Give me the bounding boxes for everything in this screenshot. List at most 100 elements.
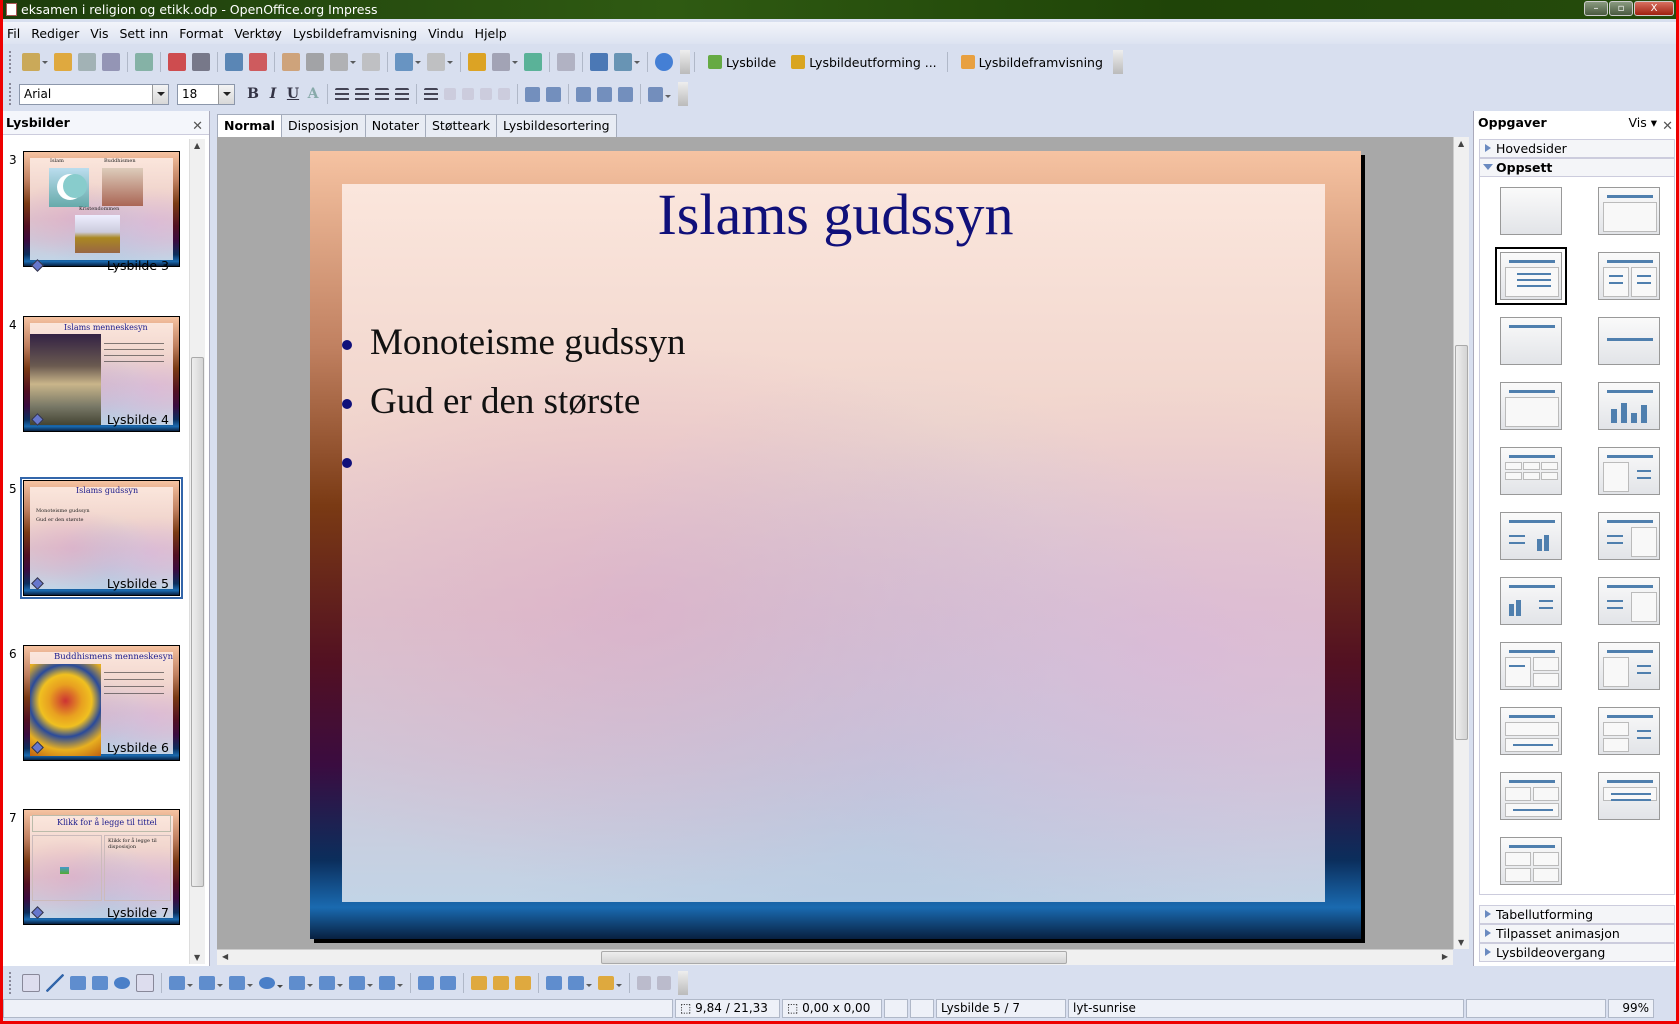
toolbar-grip[interactable] <box>9 51 13 73</box>
new-document-icon[interactable] <box>22 53 48 71</box>
section-custom-animation[interactable]: Tilpasset animasjon <box>1479 924 1675 943</box>
scroll-left-icon[interactable]: ◀ <box>222 952 228 961</box>
toolbar-overflow-button[interactable] <box>680 50 690 74</box>
ellipse-icon[interactable] <box>114 977 130 989</box>
layout-title-chart[interactable] <box>1598 382 1660 430</box>
rectangle-icon[interactable] <box>92 976 108 990</box>
symbol-shapes-icon[interactable] <box>259 977 283 989</box>
chevron-down-icon[interactable] <box>218 84 234 104</box>
bold-button[interactable]: B <box>243 86 263 102</box>
open-folder-icon[interactable] <box>54 53 72 71</box>
scroll-down-icon[interactable]: ▼ <box>194 953 200 962</box>
toolbar-overflow-button[interactable] <box>678 82 688 106</box>
print-icon[interactable] <box>192 53 210 71</box>
from-file-icon[interactable] <box>493 976 509 990</box>
align-right-icon[interactable] <box>375 87 389 101</box>
italic-button[interactable]: I <box>263 86 283 102</box>
callouts-icon[interactable] <box>349 976 373 990</box>
layout-title-4-content[interactable] <box>1500 837 1562 885</box>
menu-fil[interactable]: Fil <box>7 26 20 41</box>
close-button[interactable]: X <box>1634 1 1674 16</box>
horizontal-scrollbar[interactable]: ◀ ▶ <box>217 949 1453 965</box>
menu-hjelp[interactable]: Hjelp <box>475 26 507 41</box>
spellcheck-icon[interactable] <box>225 53 243 71</box>
grid-icon[interactable] <box>557 53 575 71</box>
layout-title-2-content-over[interactable] <box>1500 642 1562 690</box>
layout-title-2-stacked[interactable] <box>1500 707 1562 755</box>
layout-centered-text[interactable] <box>1598 317 1660 365</box>
menu-lysbildeframvisning[interactable]: Lysbildeframvisning <box>293 26 417 41</box>
scrollbar-thumb[interactable] <box>191 357 204 887</box>
menu-vindu[interactable]: Vindu <box>428 26 464 41</box>
glue-points-icon[interactable] <box>440 976 456 990</box>
hyperlink-globe-icon[interactable] <box>524 53 542 71</box>
toolbar-overflow-button[interactable] <box>678 971 688 995</box>
paste-icon[interactable] <box>330 53 356 71</box>
demote-icon[interactable] <box>462 88 474 100</box>
navigator-icon[interactable] <box>590 53 608 71</box>
line-icon[interactable] <box>46 974 64 992</box>
align-center-icon[interactable] <box>355 87 369 101</box>
layout-title-content-box[interactable] <box>1500 382 1562 430</box>
close-panel-icon[interactable]: ✕ <box>192 115 203 139</box>
format-paintbrush-icon[interactable] <box>362 53 380 71</box>
text-icon[interactable] <box>136 974 154 992</box>
tab-støtteark[interactable]: Støtteark <box>425 114 498 137</box>
chart-icon[interactable] <box>468 53 486 71</box>
scroll-down-icon[interactable]: ▼ <box>1458 938 1464 947</box>
basic-shapes-icon[interactable] <box>229 976 253 990</box>
slide-thumbnail-3[interactable]: Islam Buddhismen Kristendommen <box>23 151 180 267</box>
arrow-line-icon[interactable] <box>70 976 86 990</box>
layout-title-2-content[interactable] <box>1598 252 1660 300</box>
move-down-icon[interactable] <box>498 88 510 100</box>
section-slide-transition[interactable]: Lysbildeovergang <box>1479 943 1675 962</box>
layout-title-text-box[interactable] <box>1598 577 1660 625</box>
fontwork-icon[interactable] <box>471 976 487 990</box>
menu-sett-inn[interactable]: Sett inn <box>120 26 169 41</box>
gallery-icon[interactable] <box>515 976 531 990</box>
status-zoom[interactable]: 99% <box>1608 999 1654 1018</box>
alignment-icon[interactable] <box>568 976 592 990</box>
edit-mode-icon[interactable] <box>135 53 153 71</box>
slide-design-button[interactable]: Lysbildeutforming ... <box>788 55 937 70</box>
underline-button[interactable]: U <box>283 86 303 102</box>
promote-icon[interactable] <box>444 88 456 100</box>
tab-normal[interactable]: Normal <box>217 114 282 137</box>
move-up-icon[interactable] <box>480 88 492 100</box>
current-slide[interactable]: Islams gudssyn Monoteisme gudssyn Gud er… <box>310 151 1361 939</box>
slide-title[interactable]: Islams gudssyn <box>310 181 1361 248</box>
layout-title-clipart-text[interactable] <box>1598 447 1660 495</box>
stars-icon[interactable] <box>379 976 403 990</box>
shadow-button[interactable]: A <box>303 86 323 102</box>
close-panel-icon[interactable]: ✕ <box>1662 115 1673 139</box>
toolbar-grip[interactable] <box>9 83 13 105</box>
undo-icon[interactable] <box>395 53 421 71</box>
align-left-icon[interactable] <box>335 87 349 101</box>
menu-format[interactable]: Format <box>179 26 223 41</box>
table-icon[interactable] <box>492 53 518 71</box>
connector-icon[interactable] <box>199 976 223 990</box>
view-menu-button[interactable]: Vis ▾ <box>1628 111 1657 135</box>
zoom-icon[interactable] <box>614 53 640 71</box>
justify-icon[interactable] <box>395 87 409 101</box>
cut-icon[interactable] <box>282 53 300 71</box>
menu-verktøy[interactable]: Verktøy <box>234 26 282 41</box>
scroll-right-icon[interactable]: ▶ <box>1442 952 1448 961</box>
slides-panel-scrollbar[interactable]: ▲ ▼ <box>189 139 205 964</box>
rotate-icon[interactable] <box>546 976 562 990</box>
scroll-up-icon[interactable]: ▲ <box>194 141 200 150</box>
layout-title-content[interactable] <box>1500 252 1562 300</box>
minimize-button[interactable]: – <box>1584 1 1608 16</box>
autospellcheck-icon[interactable] <box>249 53 267 71</box>
help-icon[interactable] <box>655 53 673 71</box>
curve-icon[interactable] <box>169 976 193 990</box>
save-icon[interactable] <box>78 53 96 71</box>
layout-title-text-over[interactable] <box>1500 772 1562 820</box>
export-pdf-icon[interactable] <box>168 53 186 71</box>
layout-title-content-over-2[interactable] <box>1598 772 1660 820</box>
new-slide-button[interactable]: Lysbilde <box>705 55 776 70</box>
toolbar-grip[interactable] <box>9 972 13 994</box>
layout-blank[interactable] <box>1500 187 1562 235</box>
tab-lysbildesortering[interactable]: Lysbildesortering <box>496 114 617 137</box>
layout-title-table[interactable] <box>1500 447 1562 495</box>
